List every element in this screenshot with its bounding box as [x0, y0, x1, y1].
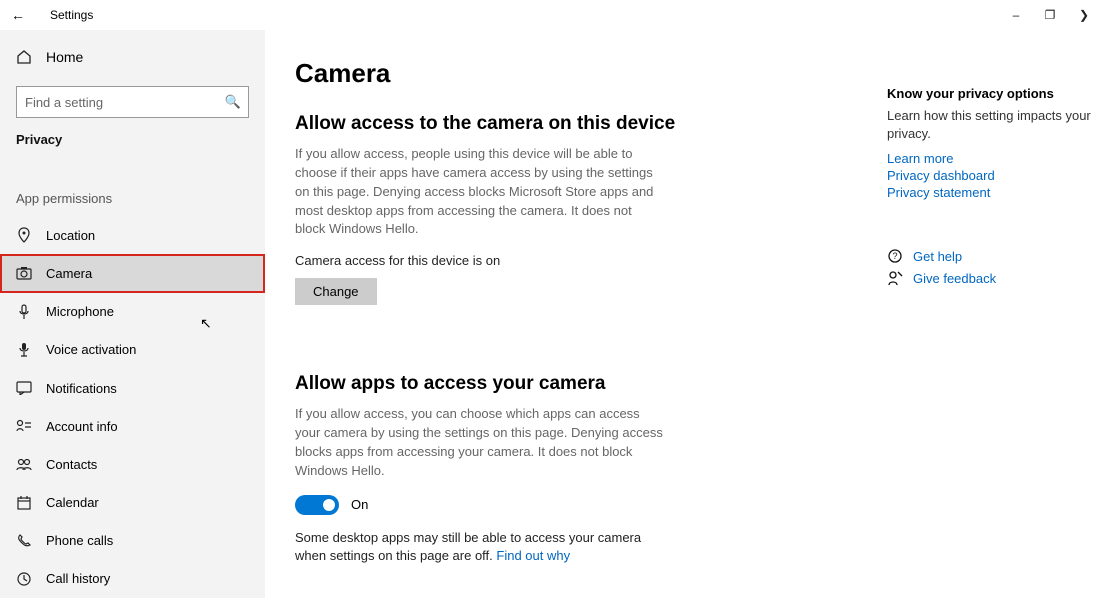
- sidebar-item-label: Microphone: [46, 304, 114, 319]
- fine-print: Some desktop apps may still be able to a…: [295, 529, 665, 567]
- contacts-icon: [16, 457, 32, 471]
- window-title: Settings: [50, 8, 93, 22]
- notifications-icon: [16, 381, 32, 395]
- main-content: Camera Allow access to the camera on thi…: [265, 30, 887, 598]
- sidebar-item-notifications[interactable]: Notifications: [0, 369, 265, 407]
- section-description: If you allow access, you can choose whic…: [295, 405, 665, 480]
- svg-text:?: ?: [892, 251, 897, 261]
- sidebar-item-voice-activation[interactable]: Voice activation: [0, 331, 265, 369]
- close-button[interactable]: ❯: [1067, 8, 1101, 22]
- sidebar: Home 🔍 Privacy App permissions Location …: [0, 30, 265, 598]
- sidebar-item-phone-calls[interactable]: Phone calls: [0, 522, 265, 560]
- change-button[interactable]: Change: [295, 278, 377, 305]
- sidebar-item-label: Camera: [46, 266, 92, 281]
- home-icon: [16, 49, 32, 65]
- titlebar: ← Settings – ❐ ❯: [0, 0, 1107, 30]
- sidebar-item-label: Calendar: [46, 495, 99, 510]
- sidebar-item-label: Voice activation: [46, 342, 136, 357]
- sidebar-item-location[interactable]: Location: [0, 216, 265, 254]
- section-description: If you allow access, people using this d…: [295, 145, 665, 239]
- section-heading: Allow apps to access your camera: [295, 373, 847, 395]
- sidebar-item-label: Home: [46, 49, 83, 65]
- section-heading: Privacy: [0, 132, 265, 147]
- sidebar-item-contacts[interactable]: Contacts: [0, 445, 265, 483]
- phone-icon: [16, 534, 32, 548]
- section-heading: Allow access to the camera on this devic…: [295, 113, 847, 135]
- get-help-link[interactable]: Get help: [913, 249, 962, 264]
- learn-more-link[interactable]: Learn more: [887, 151, 1097, 166]
- help-panel: Know your privacy options Learn how this…: [887, 30, 1107, 598]
- help-heading: Know your privacy options: [887, 86, 1097, 101]
- group-heading: App permissions: [0, 191, 265, 206]
- sidebar-item-calendar[interactable]: Calendar: [0, 484, 265, 522]
- calendar-icon: [16, 496, 32, 510]
- minimize-button[interactable]: –: [999, 8, 1033, 22]
- sidebar-item-label: Notifications: [46, 381, 117, 396]
- sidebar-item-camera[interactable]: Camera: [0, 254, 265, 292]
- restore-button[interactable]: ❐: [1033, 8, 1067, 22]
- location-icon: [16, 227, 32, 243]
- sidebar-item-home[interactable]: Home: [0, 38, 265, 76]
- sidebar-item-microphone[interactable]: Microphone: [0, 293, 265, 331]
- feedback-icon: [887, 270, 903, 286]
- account-icon: [16, 419, 32, 433]
- sidebar-item-label: Phone calls: [46, 533, 113, 548]
- privacy-dashboard-link[interactable]: Privacy dashboard: [887, 168, 1097, 183]
- find-out-why-link[interactable]: Find out why: [496, 548, 570, 563]
- voice-icon: [16, 342, 32, 358]
- search-input[interactable]: [16, 86, 249, 118]
- sidebar-item-label: Account info: [46, 419, 118, 434]
- back-button[interactable]: ←: [6, 7, 30, 23]
- sidebar-item-call-history[interactable]: Call history: [0, 560, 265, 598]
- privacy-statement-link[interactable]: Privacy statement: [887, 185, 1097, 200]
- microphone-icon: [16, 304, 32, 320]
- status-text: Camera access for this device is on: [295, 253, 847, 268]
- camera-icon: [16, 266, 32, 280]
- give-feedback-link[interactable]: Give feedback: [913, 271, 996, 286]
- page-title: Camera: [295, 58, 847, 89]
- help-text: Learn how this setting impacts your priv…: [887, 107, 1097, 143]
- sidebar-item-label: Call history: [46, 571, 110, 586]
- toggle-label: On: [351, 497, 368, 512]
- help-icon: ?: [887, 248, 903, 264]
- sidebar-item-account-info[interactable]: Account info: [0, 407, 265, 445]
- sidebar-item-label: Contacts: [46, 457, 97, 472]
- allow-apps-toggle[interactable]: [295, 495, 339, 515]
- sidebar-item-label: Location: [46, 228, 95, 243]
- history-icon: [16, 572, 32, 586]
